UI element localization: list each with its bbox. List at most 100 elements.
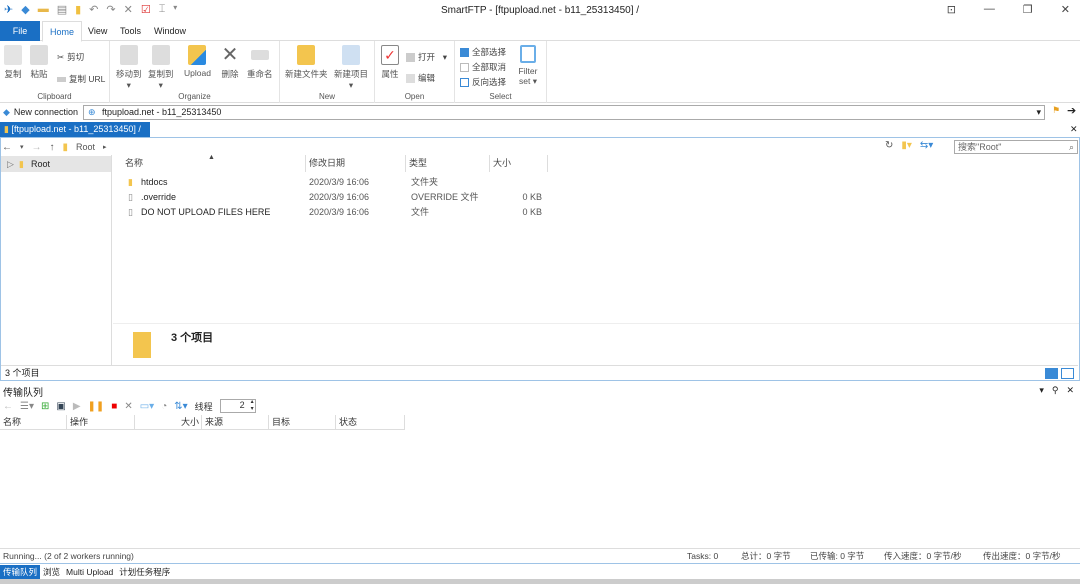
- search-input[interactable]: 搜索"Root" ⌕: [954, 140, 1078, 154]
- restore-layout-icon[interactable]: ⊡: [947, 3, 956, 16]
- tab-multi-upload[interactable]: Multi Upload: [63, 565, 116, 579]
- back-icon[interactable]: ←: [3, 401, 13, 412]
- close-icon[interactable]: ✕: [1066, 385, 1074, 396]
- upload-button[interactable]: Upload: [184, 45, 211, 78]
- pin-icon[interactable]: ⚲: [1052, 385, 1059, 396]
- back-icon[interactable]: ←: [2, 142, 12, 153]
- new-item-button[interactable]: 新建项目 ▾: [334, 45, 368, 91]
- go-arrow-icon[interactable]: ➔: [1067, 104, 1076, 117]
- document-tab[interactable]: ▮ [ftpupload.net - b11_25313450] /✕: [0, 122, 150, 149]
- file-date: 2020/3/9 16:06: [309, 177, 370, 187]
- breadcrumb-root[interactable]: Root: [76, 142, 95, 152]
- tab-scheduler[interactable]: 计划任务程序: [116, 565, 173, 579]
- copy-to-button[interactable]: 复制到 ▾: [148, 45, 174, 91]
- pause-icon[interactable]: ❚❚: [88, 401, 105, 412]
- group-label: Select: [489, 92, 512, 101]
- group-organize: 移动到 ▾ 复制到 ▾ Upload ✕ 删除 重命名 Organize: [110, 41, 280, 103]
- chevron-down-icon[interactable]: ▾: [1039, 385, 1044, 396]
- select-none-button[interactable]: 全部取消: [460, 61, 506, 73]
- queue-column-target[interactable]: 目标: [269, 415, 336, 430]
- stop-icon[interactable]: ■: [111, 401, 117, 412]
- invert-label: 反向选择: [472, 77, 507, 87]
- copy-button[interactable]: 复制: [4, 45, 22, 80]
- maximize-button[interactable]: ❐: [1023, 3, 1033, 16]
- file-row[interactable]: ▮ htdocs 2020/3/9 16:06 文件夹: [113, 175, 553, 190]
- queue-column-name[interactable]: 名称: [0, 415, 67, 430]
- tab-home[interactable]: Home: [42, 21, 83, 42]
- expand-icon[interactable]: ▷: [7, 156, 14, 172]
- delete-button[interactable]: ✕ 删除: [221, 45, 239, 80]
- thumbnail-view-icon[interactable]: [1061, 368, 1074, 379]
- speed-icon[interactable]: ⇅▾: [174, 401, 187, 412]
- cut-button[interactable]: ✂ 剪切: [57, 51, 84, 63]
- move-to-button[interactable]: 移动到 ▾: [116, 45, 142, 91]
- queue-toolbar: ← ☰▾ ⊞ ▣ ▶ ❚❚ ■ ✕ ▭▾ ◔ ⇅▾ 线程 2 ▴ ▾: [3, 399, 256, 413]
- remove-icon[interactable]: ✕: [124, 401, 132, 412]
- column-header-name[interactable]: 名称 ▲: [113, 154, 306, 172]
- invert-selection-button[interactable]: 反向选择: [460, 76, 506, 88]
- list-view-icon[interactable]: ☰▾: [20, 401, 34, 412]
- transfer-icon[interactable]: ⇆▾: [920, 140, 933, 151]
- threads-stepper[interactable]: 2 ▴ ▾: [219, 399, 256, 413]
- play-icon[interactable]: ▶: [73, 401, 81, 412]
- refresh-icon[interactable]: ↻: [885, 140, 893, 151]
- file-row[interactable]: ▯ .override 2020/3/9 16:06 OVERRIDE 文件 0…: [113, 190, 553, 205]
- folder-options-icon[interactable]: ▮▾: [901, 140, 912, 151]
- rename-button[interactable]: 重命名: [247, 45, 273, 80]
- select-all-button[interactable]: 全部选择: [460, 46, 506, 58]
- save-icon[interactable]: ▣: [56, 401, 65, 412]
- chevron-down-icon[interactable]: ▾: [1036, 106, 1041, 119]
- tab-view[interactable]: View: [81, 21, 114, 42]
- details-view-icon[interactable]: [1045, 368, 1058, 379]
- tab-file[interactable]: File: [0, 21, 40, 41]
- filter-set-button[interactable]: Filter set ▾: [517, 45, 539, 87]
- copy-url-button[interactable]: 复制 URL: [57, 73, 105, 85]
- up-icon[interactable]: ↑: [50, 142, 55, 153]
- file-name: htdocs: [141, 177, 168, 187]
- new-connection-button[interactable]: ◆ New connection: [3, 107, 78, 118]
- close-document-icon[interactable]: ✕: [1070, 124, 1078, 135]
- bookmark-icon[interactable]: ⚑: [1052, 105, 1060, 116]
- new-folder-button[interactable]: 新建文件夹: [285, 45, 328, 80]
- paste-button[interactable]: 粘贴: [30, 45, 48, 80]
- tab-browse[interactable]: 浏览: [40, 565, 63, 579]
- queue-column-status[interactable]: 状态: [336, 415, 405, 430]
- stepper-arrows-icon[interactable]: ▴ ▾: [251, 399, 254, 413]
- scheduler-icon[interactable]: ◔: [161, 401, 167, 412]
- open-button[interactable]: 打开 ▾: [406, 51, 447, 63]
- tasks-count: Tasks: 0: [687, 551, 719, 561]
- file-row[interactable]: ▯ DO NOT UPLOAD FILES HERE 2020/3/9 16:0…: [113, 205, 553, 220]
- paste-icon: [30, 45, 48, 65]
- minimize-button[interactable]: —: [984, 3, 995, 16]
- taskbar: [0, 579, 1080, 584]
- properties-button[interactable]: ✓ 属性: [381, 45, 399, 80]
- column-header-date[interactable]: 修改日期: [306, 155, 406, 172]
- close-button[interactable]: ✕: [1061, 3, 1070, 16]
- chevron-down-icon[interactable]: ▾: [20, 143, 24, 151]
- queue-column-operation[interactable]: 操作: [67, 415, 135, 430]
- tab-transfer-queue[interactable]: 传输队列: [0, 565, 41, 579]
- globe-icon: ⊕: [88, 107, 96, 117]
- item-count-status: 3 个项目: [5, 368, 40, 378]
- column-header-type[interactable]: 类型: [406, 155, 490, 172]
- column-header-size[interactable]: 大小: [490, 155, 548, 172]
- select-icon[interactable]: ▭▾: [140, 401, 154, 412]
- tree-item-root[interactable]: ▷ ▮ Root: [1, 156, 111, 172]
- tab-tools[interactable]: Tools: [113, 21, 148, 42]
- tab-window[interactable]: Window: [147, 21, 193, 42]
- search-icon[interactable]: ⌕: [1069, 141, 1074, 153]
- folder-icon: [297, 45, 316, 65]
- tree-item-label: Root: [31, 159, 51, 169]
- edit-button[interactable]: 编辑: [406, 72, 435, 84]
- forward-icon[interactable]: →: [32, 142, 42, 153]
- group-label: Organize: [178, 92, 211, 101]
- add-item-icon[interactable]: ⊞: [41, 401, 49, 412]
- file-name: DO NOT UPLOAD FILES HERE: [141, 207, 271, 217]
- queue-column-size[interactable]: 大小: [135, 415, 202, 430]
- upload-icon: [188, 45, 207, 65]
- address-input[interactable]: ⊕ ftpupload.net - b11_25313450 ▾: [83, 105, 1045, 120]
- rename-label: 重命名: [247, 69, 273, 79]
- breadcrumb-chevron-icon[interactable]: ▸: [103, 143, 107, 151]
- queue-column-source[interactable]: 来源: [202, 415, 269, 430]
- threads-label: 线程: [194, 401, 213, 412]
